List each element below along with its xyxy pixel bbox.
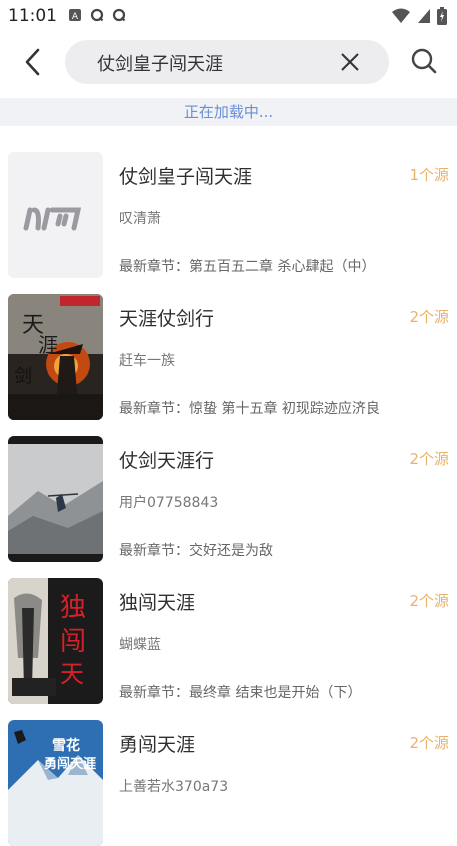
book-author: 赶车一族 [119,353,175,369]
book-cover [8,152,103,278]
source-count: 2个源 [409,308,449,326]
back-arrow-icon[interactable] [18,46,50,78]
book-cover: 天 涯 剑 [8,294,103,420]
book-cover: 雪花 勇闯天涯 [8,720,103,846]
svg-text:勇闯天涯: 勇闯天涯 [44,756,96,772]
svg-text:雪花: 雪花 [52,737,80,754]
loading-indicator: 正在加载中... [0,98,457,126]
svg-text:独: 独 [60,593,86,623]
latest-chapter-label: 最新章节： [119,543,189,559]
q-icon [112,8,126,22]
list-item[interactable]: 雪花 勇闯天涯 勇闯天涯 上善若水370a73 2个源 [0,714,457,846]
svg-text:闯: 闯 [60,627,86,657]
search-query: 仗剑皇子闯天涯 [97,54,223,75]
svg-text:天: 天 [60,660,84,688]
loading-text: 正在加载中... [183,103,274,121]
source-count: 2个源 [409,734,449,752]
latest-chapter-title: 最终章 结束也是开始（下） [189,685,362,701]
book-author: 叹清萧 [119,211,161,227]
book-title: 勇闯天涯 [119,734,196,756]
list-item[interactable]: 仗剑皇子闯天涯 叹清萧 最新章节：第五百五二章 杀心肆起（中） 1个源 [0,146,457,278]
book-cover [8,436,103,562]
list-item[interactable]: 仗剑天涯行 用户07758843 最新章节：交好还是为敌 2个源 [0,430,457,562]
battery-icon [437,7,447,25]
latest-chapter: 最新章节：惊蛰 第十五章 初现踪迹应济良 [119,398,380,418]
book-title: 仗剑天涯行 [119,450,215,472]
book-title: 天涯仗剑行 [119,308,215,330]
svg-text:剑: 剑 [14,366,32,387]
latest-chapter-label: 最新章节： [119,685,189,701]
book-title: 独闯天涯 [119,592,196,614]
latest-chapter-title: 惊蛰 第十五章 初现踪迹应济良 [189,401,380,417]
latest-chapter: 最新章节：最终章 结束也是开始（下） [119,682,361,702]
svg-text:A: A [72,12,79,22]
book-cover: 独 闯 天 [8,578,103,704]
app-logo-icon [23,207,82,231]
status-time: 11:01 [8,6,57,26]
source-count: 2个源 [409,592,449,610]
book-author: 用户07758843 [119,495,219,511]
status-bar: 11:01 A [0,0,457,32]
close-icon[interactable] [339,51,361,73]
latest-chapter-title: 交好还是为敌 [189,543,273,559]
cover-image [8,436,103,562]
search-icon[interactable] [409,46,439,76]
latest-chapter-title: 第五百五二章 杀心肆起（中） [189,259,376,275]
status-notification-icons: A [68,8,126,22]
book-title: 仗剑皇子闯天涯 [119,166,253,188]
source-count: 2个源 [409,450,449,468]
latest-chapter-label: 最新章节： [119,401,189,417]
cover-image: 雪花 勇闯天涯 [8,720,103,846]
cover-image: 天 涯 剑 [8,294,103,420]
list-item[interactable]: 独 闯 天 独闯天涯 蝴蝶蓝 最新章节：最终章 结束也是开始（下） 2个源 [0,572,457,704]
source-count: 1个源 [409,166,449,184]
signal-icon [418,9,430,23]
search-input[interactable]: 仗剑皇子闯天涯 [65,40,389,84]
list-item[interactable]: 天 涯 剑 天涯仗剑行 赶车一族 最新章节：惊蛰 第十五章 初现踪迹应济良 2个… [0,288,457,420]
svg-text:涯: 涯 [38,333,58,357]
a-icon: A [69,9,81,22]
wifi-icon [392,8,410,23]
cover-image: 独 闯 天 [8,578,103,704]
latest-chapter: 最新章节：第五百五二章 杀心肆起（中） [119,256,375,276]
latest-chapter: 最新章节：交好还是为敌 [119,540,273,560]
status-system-icons [391,7,447,25]
book-author: 蝴蝶蓝 [119,637,161,653]
q-icon [90,8,104,22]
book-author: 上善若水370a73 [119,779,229,795]
latest-chapter-label: 最新章节： [119,259,189,275]
search-header: 仗剑皇子闯天涯 [0,32,457,94]
